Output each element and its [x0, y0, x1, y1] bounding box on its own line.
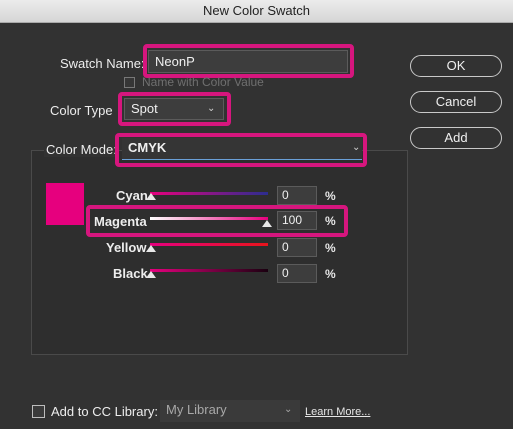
cyan-value-input[interactable]: 0 — [277, 186, 317, 205]
add-to-cc-label: Add to CC Library: — [51, 404, 158, 419]
cyan-label: Cyan — [116, 188, 148, 203]
color-mode-label: Color Mode: — [44, 142, 119, 157]
color-type-label: Color Type — [50, 103, 113, 118]
chevron-down-icon: ⌄ — [207, 103, 216, 114]
yellow-slider-track[interactable] — [150, 243, 268, 246]
yellow-slider-thumb[interactable] — [146, 245, 156, 252]
chevron-down-icon: ⌄ — [352, 142, 361, 153]
yellow-percent: % — [325, 241, 336, 255]
swatch-name-input[interactable]: NeonP — [148, 50, 348, 73]
magenta-value-input[interactable]: 100 — [277, 211, 317, 230]
magenta-label: Magenta — [94, 214, 147, 229]
color-panel — [31, 150, 408, 355]
learn-more-link[interactable]: Learn More... — [305, 406, 370, 418]
name-with-color-value-label: Name with Color Value — [142, 75, 264, 89]
black-slider-track[interactable] — [150, 269, 268, 272]
black-label: Black — [113, 266, 148, 281]
color-mode-select[interactable]: CMYK ⌄ — [122, 138, 362, 160]
chevron-down-icon: ⌄ — [284, 404, 293, 415]
yellow-label: Yellow — [106, 240, 147, 255]
swatch-name-label: Swatch Name: — [60, 56, 145, 71]
add-button[interactable]: Add — [410, 127, 502, 149]
cyan-slider-thumb[interactable] — [146, 193, 156, 200]
yellow-value-input[interactable]: 0 — [277, 238, 317, 257]
magenta-percent: % — [325, 214, 336, 228]
color-type-value: Spot — [131, 101, 158, 116]
color-mode-value: CMYK — [128, 140, 167, 155]
cancel-button[interactable]: Cancel — [410, 91, 502, 113]
add-to-cc-checkbox[interactable] — [32, 405, 45, 418]
window-title: New Color Swatch — [0, 0, 513, 23]
magenta-slider-thumb[interactable] — [262, 220, 272, 227]
ok-button[interactable]: OK — [410, 55, 502, 77]
color-preview-swatch — [46, 183, 84, 225]
magenta-slider-track[interactable] — [150, 217, 268, 220]
color-type-select[interactable]: Spot ⌄ — [124, 98, 224, 120]
black-percent: % — [325, 267, 336, 281]
cyan-slider-track[interactable] — [150, 192, 268, 195]
black-slider-thumb[interactable] — [146, 271, 156, 278]
name-with-color-value-checkbox[interactable] — [124, 77, 135, 88]
black-value-input[interactable]: 0 — [277, 264, 317, 283]
library-select[interactable]: My Library ⌄ — [160, 400, 300, 422]
cyan-percent: % — [325, 189, 336, 203]
library-value: My Library — [166, 402, 227, 417]
